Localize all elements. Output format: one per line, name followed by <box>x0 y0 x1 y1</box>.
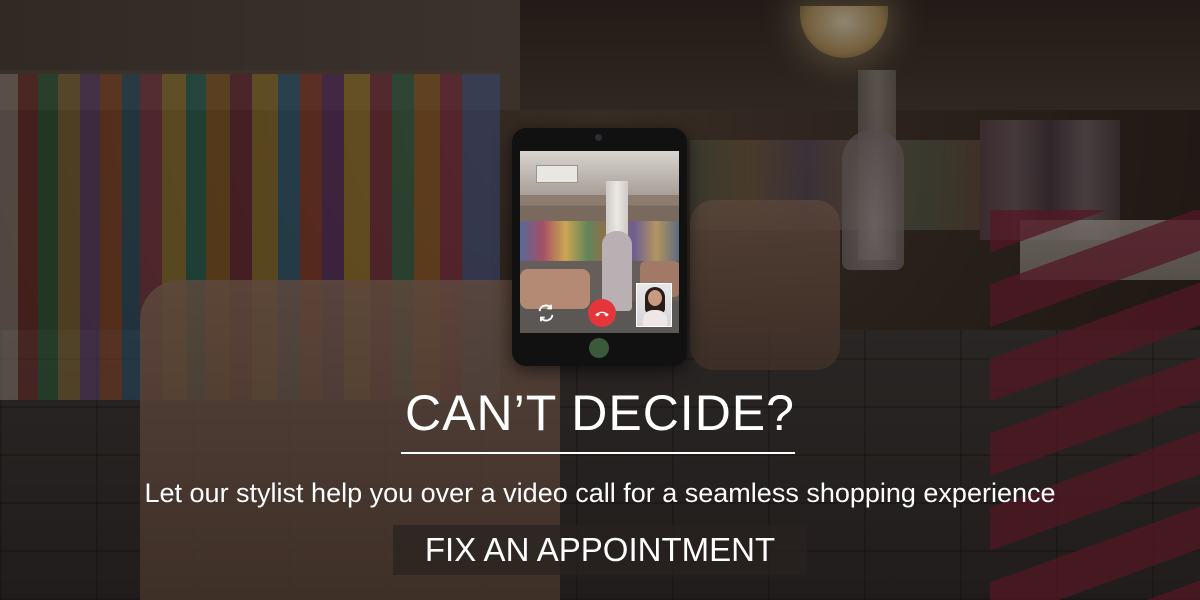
fix-appointment-button[interactable]: FIX AN APPOINTMENT <box>393 525 807 575</box>
tablet-illustration <box>512 128 687 366</box>
end-call-icon <box>588 299 616 327</box>
banner-headline: CAN’T DECIDE? <box>405 385 795 441</box>
headline-underline <box>401 452 795 454</box>
video-call-screen <box>520 151 679 333</box>
stylist-body <box>643 310 667 326</box>
tablet-home-button <box>589 338 609 358</box>
screen-clothing-rack <box>520 221 679 261</box>
switch-camera-icon <box>534 301 558 325</box>
tablet-camera <box>595 134 602 141</box>
banner-subheadline: Let our stylist help you over a video ca… <box>144 478 1056 508</box>
self-view-thumbnail <box>636 283 672 327</box>
promo-banner: CAN’T DECIDE? Let our stylist help you o… <box>0 0 1200 600</box>
screen-air-conditioner <box>536 165 578 183</box>
stylist-face <box>648 290 662 306</box>
